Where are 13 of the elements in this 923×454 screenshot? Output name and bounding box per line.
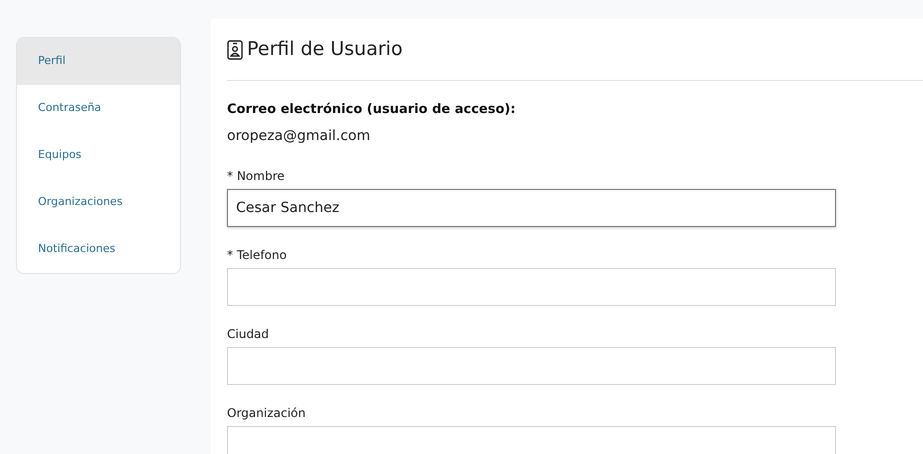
input-field[interactable] — [227, 426, 836, 454]
email-value: oropeza@gmail.com — [227, 126, 372, 146]
field-label: Ciudad — [227, 326, 270, 342]
field-label: * Nombre — [227, 168, 286, 184]
input-field[interactable]: Cesar Sanchez — [227, 188, 836, 226]
input-field[interactable] — [227, 346, 836, 384]
field-label: * Telefono — [227, 246, 288, 264]
input-field[interactable] — [227, 268, 836, 306]
email-label: Correo electrónico (usuario de acceso): — [227, 101, 517, 119]
id-badge-icon — [227, 40, 243, 60]
page-title: Perfil de Usuario — [247, 37, 403, 62]
sidebar-item[interactable]: Perfil — [17, 38, 180, 85]
field-label: Organización — [227, 404, 307, 422]
